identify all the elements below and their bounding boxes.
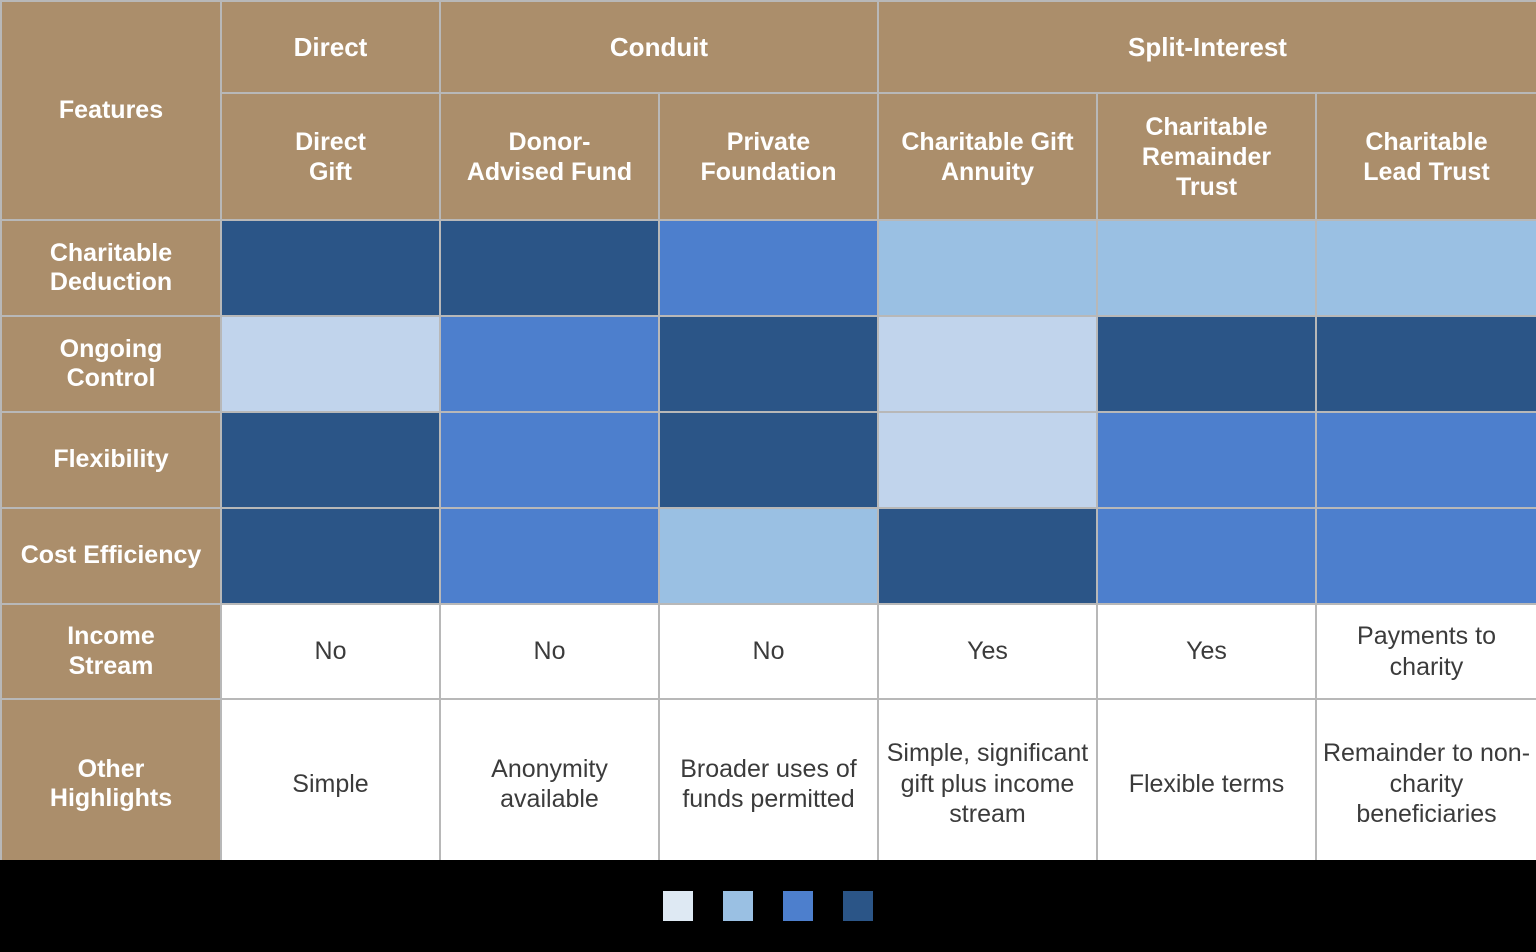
heat-cell <box>220 507 441 605</box>
column-header-charitable-remainder-trust: Charitable Remainder Trust <box>1096 92 1317 221</box>
value-cell: Remainder to non-charity beneficiaries <box>1315 698 1536 870</box>
heat-cell <box>220 219 441 317</box>
heat-cell <box>1315 507 1536 605</box>
heat-cell <box>877 315 1098 413</box>
column-header-charitable-gift-annuity: Charitable Gift Annuity <box>877 92 1098 221</box>
heat-cell <box>439 315 660 413</box>
comparison-matrix-table: Features Direct Conduit Split-Interest D… <box>0 0 1536 870</box>
table-row-ongoing-control: Ongoing Control <box>0 315 1536 413</box>
features-corner-header: Features <box>0 0 222 221</box>
row-label-charitable-deduction: Charitable Deduction <box>0 219 222 317</box>
heat-cell <box>877 411 1098 509</box>
table-row-cost-efficiency: Cost Efficiency <box>0 507 1536 605</box>
heat-cell <box>658 315 879 413</box>
value-cell: Anonymity available <box>439 698 660 870</box>
table-row-charitable-deduction: Charitable Deduction <box>0 219 1536 317</box>
heat-cell <box>1096 411 1317 509</box>
legend-swatch-level-4 <box>843 891 873 921</box>
legend-swatch-level-3 <box>783 891 813 921</box>
value-cell: Yes <box>1096 603 1317 700</box>
slide-canvas: Features Direct Conduit Split-Interest D… <box>0 0 1536 952</box>
heat-cell <box>658 507 879 605</box>
heat-cell <box>1315 411 1536 509</box>
row-label-income-stream: Income Stream <box>0 603 222 700</box>
value-cell: Payments to charity <box>1315 603 1536 700</box>
heat-cell <box>220 411 441 509</box>
heat-cell <box>1315 219 1536 317</box>
heat-cell <box>658 219 879 317</box>
heat-cell <box>220 315 441 413</box>
row-label-cost-efficiency: Cost Efficiency <box>0 507 222 605</box>
heat-cell <box>877 219 1098 317</box>
column-header-donor-advised-fund: Donor- Advised Fund <box>439 92 660 221</box>
group-header-split-interest: Split-Interest <box>877 0 1536 94</box>
group-header-row: Features Direct Conduit Split-Interest <box>0 0 1536 221</box>
heat-cell <box>1315 315 1536 413</box>
value-cell: No <box>658 603 879 700</box>
group-header-conduit: Conduit <box>439 0 879 94</box>
heat-cell <box>439 411 660 509</box>
column-header-private-foundation: Private Foundation <box>658 92 879 221</box>
table-row-flexibility: Flexibility <box>0 411 1536 509</box>
table-row-other-highlights: Other Highlights Simple Anonymity availab… <box>0 698 1536 870</box>
row-label-flexibility: Flexibility <box>0 411 222 509</box>
table-row-income-stream: Income Stream No No No Yes Yes Payments t… <box>0 603 1536 700</box>
value-cell: No <box>220 603 441 700</box>
heat-cell <box>439 507 660 605</box>
heat-cell <box>1096 219 1317 317</box>
legend-swatch-level-1 <box>663 891 693 921</box>
heat-cell <box>1096 315 1317 413</box>
heat-cell <box>1096 507 1317 605</box>
legend-swatch-level-2 <box>723 891 753 921</box>
value-cell: No <box>439 603 660 700</box>
color-scale-legend <box>0 860 1536 952</box>
value-cell: Broader uses of funds permitted <box>658 698 879 870</box>
group-header-direct: Direct <box>220 0 441 94</box>
column-header-row: Direct Gift Donor- Advised Fund Private Fou… <box>1 92 1536 221</box>
column-header-charitable-lead-trust: Charitable Lead Trust <box>1315 92 1536 221</box>
value-cell: Flexible terms <box>1096 698 1317 870</box>
value-cell: Simple, significant gift plus income strea… <box>877 698 1098 870</box>
row-label-other-highlights: Other Highlights <box>0 698 222 870</box>
column-header-direct-gift: Direct Gift <box>220 92 441 221</box>
heat-cell <box>658 411 879 509</box>
heat-cell <box>439 219 660 317</box>
row-label-ongoing-control: Ongoing Control <box>0 315 222 413</box>
heat-cell <box>877 507 1098 605</box>
value-cell: Simple <box>220 698 441 870</box>
value-cell: Yes <box>877 603 1098 700</box>
